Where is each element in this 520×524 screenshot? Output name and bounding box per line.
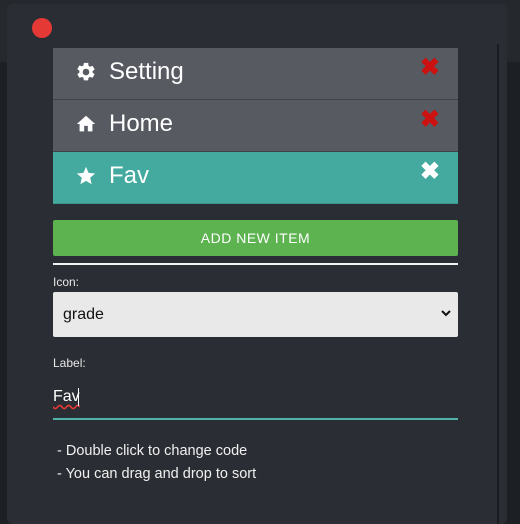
label-field-label: Label: xyxy=(53,356,86,370)
close-icon: ✖ xyxy=(419,106,440,133)
icon-select-value: grade xyxy=(63,306,104,323)
list-item-label: Home xyxy=(109,110,174,137)
scrollbar-track[interactable] xyxy=(497,44,499,524)
list-item-label: Fav xyxy=(109,162,150,189)
close-icon: ✖ xyxy=(419,54,440,81)
hint-drag-drop: - You can drag and drop to sort xyxy=(57,466,257,482)
delete-item-button[interactable]: ✖ xyxy=(420,56,440,80)
list-item-label: Setting xyxy=(109,58,184,85)
list-item-setting[interactable]: Setting ✖ xyxy=(53,48,458,100)
delete-item-button[interactable]: ✖ xyxy=(420,108,440,132)
home-icon xyxy=(76,115,96,132)
star-icon xyxy=(76,166,96,185)
divider xyxy=(53,263,458,265)
label-input[interactable]: Fav xyxy=(53,386,458,420)
list-item-home[interactable]: Home ✖ xyxy=(53,100,458,152)
label-input-value: Fav xyxy=(53,388,80,405)
icon-select[interactable]: grade xyxy=(53,292,458,337)
menu-item-list: Setting ✖ Home ✖ Fav ✖ xyxy=(53,48,458,204)
list-item-fav[interactable]: Fav ✖ xyxy=(53,152,458,204)
gear-icon xyxy=(77,62,95,81)
close-window-button[interactable] xyxy=(32,18,52,38)
add-new-item-button[interactable]: ADD NEW ITEM xyxy=(53,220,458,256)
hint-double-click: - Double click to change code xyxy=(57,443,248,459)
icon-field-label: Icon: xyxy=(53,275,80,289)
close-icon: ✖ xyxy=(419,158,440,185)
delete-item-button[interactable]: ✖ xyxy=(420,160,440,184)
chevron-down-icon xyxy=(441,310,451,317)
text-caret xyxy=(78,388,79,406)
